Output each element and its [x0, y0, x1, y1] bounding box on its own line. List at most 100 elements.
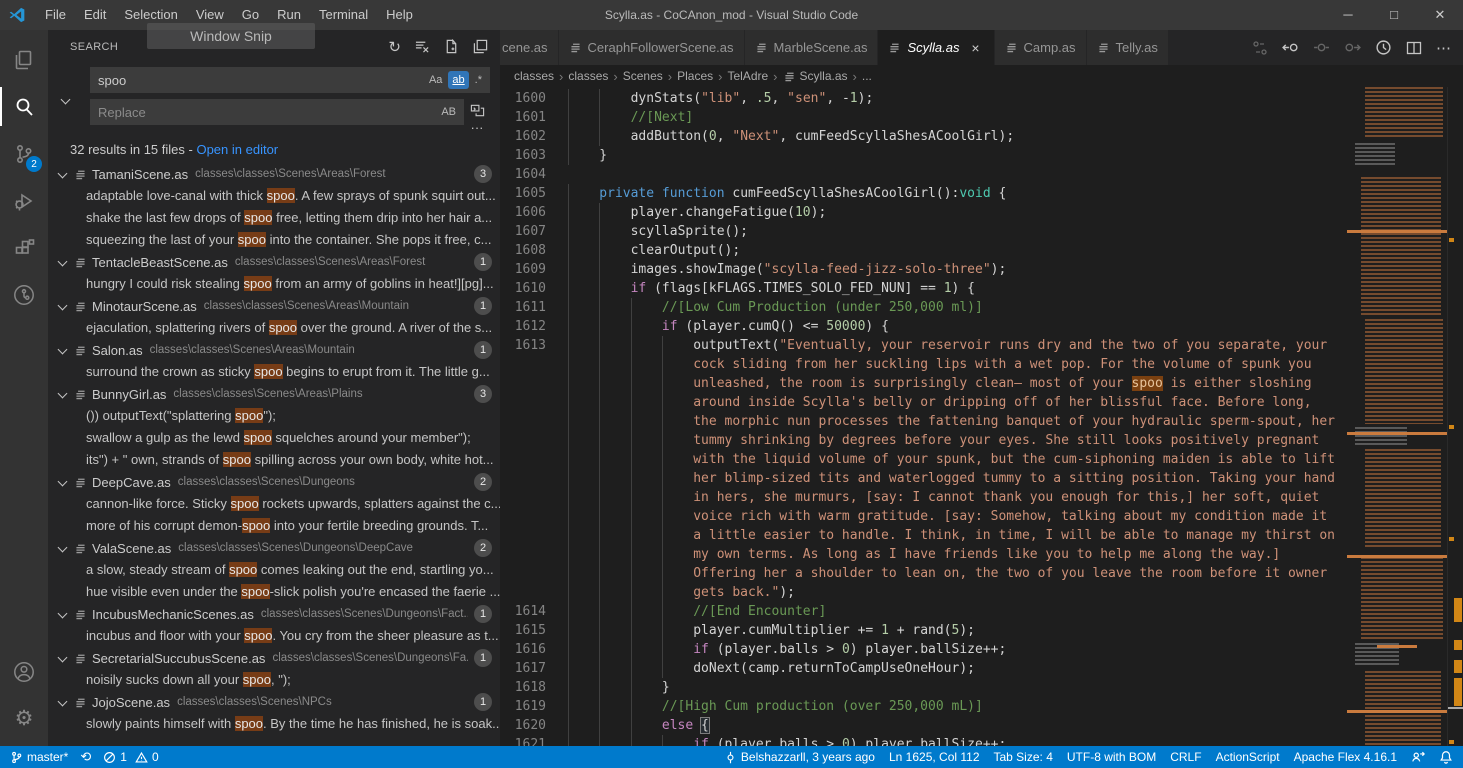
code-line[interactable]: 1616if (player.balls > 0) player.ballSiz…: [500, 640, 1347, 659]
breadcrumb-item[interactable]: Scenes: [623, 69, 663, 83]
code-line[interactable]: voice rich with warm gratitude. [say: So…: [500, 507, 1347, 526]
chevron-down-icon[interactable]: [58, 608, 68, 618]
tab-close-icon[interactable]: ×: [968, 40, 984, 56]
code-line[interactable]: in hers, she murmurs, [say: I cannot tha…: [500, 488, 1347, 507]
code-line[interactable]: 1612if (player.cumQ() <= 50000) {: [500, 317, 1347, 336]
chevron-down-icon[interactable]: [58, 344, 68, 354]
accounts-icon[interactable]: [0, 648, 48, 695]
open-in-editor-link[interactable]: Open in editor: [196, 142, 278, 157]
code-line[interactable]: Offering her a shoulder to lean on, the …: [500, 564, 1347, 583]
code-line[interactable]: 1600dynStats("lib", .5, "sen", -1);: [500, 89, 1347, 108]
whole-word-icon[interactable]: ab: [448, 71, 468, 89]
code-line[interactable]: gets back.");: [500, 583, 1347, 602]
code-line-content[interactable]: cock sliding from her suckling lips with…: [568, 355, 1347, 374]
menu-help[interactable]: Help: [377, 0, 422, 30]
chevron-down-icon[interactable]: [58, 652, 68, 662]
sync-status[interactable]: ⟲: [80, 750, 91, 765]
code-line[interactable]: 1618}: [500, 678, 1347, 697]
code-line[interactable]: 1605private function cumFeedScyllaShesAC…: [500, 184, 1347, 203]
split-editor-icon[interactable]: [1406, 40, 1422, 56]
code-line[interactable]: 1608clearOutput();: [500, 241, 1347, 260]
result-file-row[interactable]: Salon.asclasses\classes\Scenes\Areas\Mou…: [48, 339, 500, 361]
result-match-row[interactable]: slowly paints himself with spoo. By the …: [48, 713, 500, 735]
code-line-content[interactable]: with the liquid volume of your spunk, bu…: [568, 450, 1347, 469]
open-search-editor-icon[interactable]: [473, 39, 488, 54]
result-match-row[interactable]: ejaculation, splattering rivers of spoo …: [48, 317, 500, 339]
code-line-content[interactable]: Offering her a shoulder to lean on, the …: [568, 564, 1347, 583]
tab-telly-as[interactable]: Telly.as: [1087, 30, 1169, 65]
tab-ceraphfollowerscene-as[interactable]: CeraphFollowerScene.as: [559, 30, 745, 65]
minimap[interactable]: [1347, 87, 1447, 746]
code-line[interactable]: 1620else {: [500, 716, 1347, 735]
code-line[interactable]: 1604: [500, 165, 1347, 184]
language-status[interactable]: ActionScript: [1216, 750, 1280, 764]
result-file-row[interactable]: SecretarialSuccubusScene.asclasses\class…: [48, 647, 500, 669]
code-line-content[interactable]: if (flags[kFLAGS.TIMES_SOLO_FED_NUN] == …: [568, 279, 1347, 298]
code-line-content[interactable]: in hers, she murmurs, [say: I cannot tha…: [568, 488, 1347, 507]
chevron-down-icon[interactable]: [58, 696, 68, 706]
code-line[interactable]: 1611//[Low Cum Production (under 250,000…: [500, 298, 1347, 317]
result-file-row[interactable]: ValaScene.asclasses\classes\Scenes\Dunge…: [48, 537, 500, 559]
code-line-content[interactable]: if (player.cumQ() <= 50000) {: [568, 317, 1347, 336]
commit-author-status[interactable]: Belshazzarll, 3 years ago: [724, 750, 875, 764]
result-match-row[interactable]: incubus and floor with your spoo. You cr…: [48, 625, 500, 647]
close-button[interactable]: ✕: [1417, 0, 1463, 30]
timeline-icon[interactable]: [1375, 39, 1392, 56]
source-control-icon[interactable]: 2: [0, 130, 48, 177]
code-line[interactable]: unleashed, the room is surprisingly clea…: [500, 374, 1347, 393]
code-line-content[interactable]: scyllaSprite();: [568, 222, 1347, 241]
problems-status[interactable]: 1 0: [103, 750, 158, 764]
overview-ruler[interactable]: [1447, 87, 1463, 746]
result-match-row[interactable]: noisily sucks down all your spoo, ");: [48, 669, 500, 691]
code-line-content[interactable]: //[End Encounter]: [568, 602, 1347, 621]
code-line-content[interactable]: dynStats("lib", .5, "sen", -1);: [568, 89, 1347, 108]
code-line[interactable]: 1621if (player.balls > 0) player.ballSiz…: [500, 735, 1347, 746]
tab-camp-as[interactable]: Camp.as: [995, 30, 1087, 65]
refresh-icon[interactable]: ↻: [388, 38, 401, 56]
code-line-content[interactable]: images.showImage("scylla-feed-jizz-solo-…: [568, 260, 1347, 279]
encoding-status[interactable]: UTF-8 with BOM: [1067, 750, 1156, 764]
toggle-replace-chevron[interactable]: [55, 89, 75, 109]
preserve-case-icon[interactable]: AB: [437, 103, 460, 121]
breadcrumb-item[interactable]: Scylla.as: [783, 69, 848, 83]
code-line[interactable]: 1617doNext(camp.returnToCampUseOneHour);: [500, 659, 1347, 678]
code-line-content[interactable]: else {: [568, 716, 1347, 735]
compare-changes-icon[interactable]: [1252, 40, 1268, 56]
chevron-down-icon[interactable]: [58, 168, 68, 178]
code-line[interactable]: cock sliding from her suckling lips with…: [500, 355, 1347, 374]
result-match-row[interactable]: adaptable love-canal with thick spoo. A …: [48, 185, 500, 207]
chevron-down-icon[interactable]: [58, 300, 68, 310]
code-line[interactable]: 1619//[High Cum production (over 250,000…: [500, 697, 1347, 716]
result-match-row[interactable]: swallow a gulp as the lewd spoo squelche…: [48, 427, 500, 449]
explorer-icon[interactable]: [0, 36, 48, 83]
code-line-content[interactable]: my own terms. As long as I have friends …: [568, 545, 1347, 564]
result-file-row[interactable]: BunnyGirl.asclasses\classes\Scenes\Areas…: [48, 383, 500, 405]
regex-icon[interactable]: .*: [471, 71, 486, 89]
code-line[interactable]: 1614//[End Encounter]: [500, 602, 1347, 621]
next-change-icon[interactable]: [1344, 39, 1361, 56]
code-line[interactable]: 1603}: [500, 146, 1347, 165]
clear-results-icon[interactable]: [415, 39, 430, 54]
extensions-icon[interactable]: [0, 224, 48, 271]
code-line[interactable]: 1606player.changeFatigue(10);: [500, 203, 1347, 222]
code-line-content[interactable]: her blimp-sized tits and waterlogged tum…: [568, 469, 1347, 488]
code-line[interactable]: 1615player.cumMultiplier += 1 + rand(5);: [500, 621, 1347, 640]
replace-input[interactable]: [98, 105, 435, 120]
breadcrumb-item[interactable]: classes: [568, 69, 608, 83]
maximize-button[interactable]: □: [1371, 0, 1417, 30]
tab-marblescene-as[interactable]: MarbleScene.as: [745, 30, 879, 65]
search-icon[interactable]: [0, 83, 48, 130]
code-line-content[interactable]: }: [568, 146, 1347, 165]
code-line-content[interactable]: //[Low Cum Production (under 250,000 ml)…: [568, 298, 1347, 317]
feedback-status[interactable]: [1411, 750, 1425, 764]
tab-cene-as[interactable]: cene.as: [500, 30, 559, 65]
sdk-status[interactable]: Apache Flex 4.16.1: [1294, 750, 1397, 764]
breadcrumb-item[interactable]: TelAdre: [727, 69, 768, 83]
code-line-content[interactable]: addButton(0, "Next", cumFeedScyllaShesAC…: [568, 127, 1347, 146]
code-line-content[interactable]: doNext(camp.returnToCampUseOneHour);: [568, 659, 1347, 678]
chevron-down-icon[interactable]: [58, 388, 68, 398]
code-line[interactable]: 1602addButton(0, "Next", cumFeedScyllaSh…: [500, 127, 1347, 146]
code-line[interactable]: her blimp-sized tits and waterlogged tum…: [500, 469, 1347, 488]
more-editor-actions-icon[interactable]: ⋯: [1436, 39, 1451, 57]
notifications-status[interactable]: [1439, 750, 1453, 764]
